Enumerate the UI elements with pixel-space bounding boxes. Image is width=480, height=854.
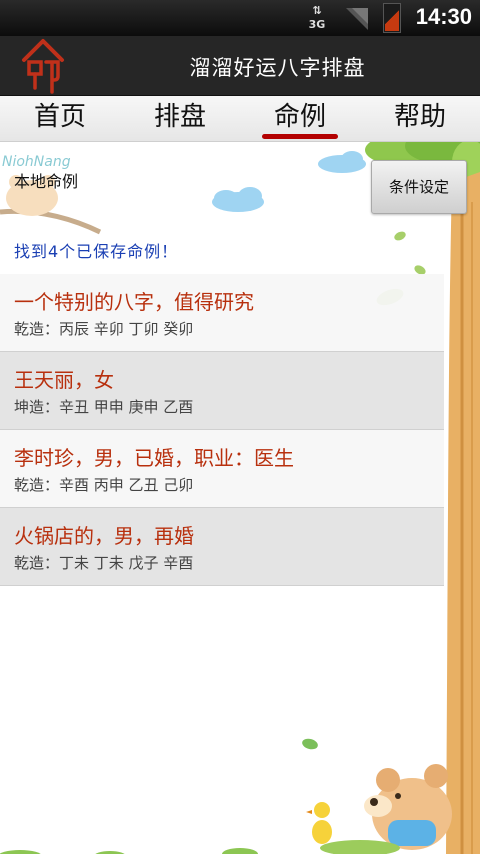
- app-title-bar: 溜溜好运八字排盘: [0, 36, 480, 96]
- case-bazi: 乾造：辛酉 丙申 乙丑 己卯: [14, 476, 194, 494]
- data-arrows-icon: ⇅: [312, 4, 322, 17]
- signal-icon: [346, 8, 368, 30]
- list-item[interactable]: 一个特别的八字，值得研究 乾造：丙辰 辛卯 丁卯 癸卯: [0, 274, 444, 352]
- cloud-icon: [212, 151, 366, 212]
- tab-chart[interactable]: 排盘: [120, 96, 240, 141]
- bear-on-branch-icon: NiohNang: [0, 154, 102, 235]
- tab-help[interactable]: 帮助: [360, 96, 480, 141]
- chick-icon: [306, 802, 332, 844]
- main-tab-bar: 首页 排盘 命例 帮助: [0, 96, 480, 142]
- cases-page: NiohNang 本地命例 条件设定 找到4个已保存命例！ 一个特别的八字，值得…: [0, 142, 480, 854]
- app-title: 溜溜好运八字排盘: [189, 56, 366, 80]
- list-item[interactable]: 王天丽，女 坤造：辛丑 甲申 庚申 乙酉: [0, 352, 444, 430]
- bear-icon: [320, 764, 452, 854]
- grass-icon: [0, 848, 258, 854]
- tab-home[interactable]: 首页: [0, 96, 120, 141]
- case-list: 一个特别的八字，值得研究 乾造：丙辰 辛卯 丁卯 癸卯 王天丽，女 坤造：辛丑 …: [0, 274, 444, 586]
- case-bazi: 乾造：丙辰 辛卯 丁卯 癸卯: [14, 320, 194, 338]
- status-bar: ⇅ 3G 14:30: [0, 0, 480, 36]
- battery-icon: [383, 3, 401, 33]
- network-type: 3G: [308, 18, 326, 31]
- case-title: 王天丽，女: [14, 368, 114, 392]
- section-label: 本地命例: [14, 172, 79, 191]
- case-title: 一个特别的八字，值得研究: [14, 290, 254, 314]
- list-item[interactable]: 火锅店的，男，再婚 乾造：丁未 丁未 戊子 辛酉: [0, 508, 444, 586]
- case-title: 李时珍，男，已婚，职业：医生: [14, 446, 294, 470]
- case-bazi: 乾造：丁未 丁未 戊子 辛酉: [14, 554, 194, 572]
- result-count-text: 找到4个已保存命例！: [14, 242, 179, 261]
- list-item[interactable]: 李时珍，男，已婚，职业：医生 乾造：辛酉 丙申 乙丑 己卯: [0, 430, 444, 508]
- clock: 14:30: [415, 4, 472, 29]
- case-bazi: 坤造：辛丑 甲申 庚申 乙酉: [14, 398, 194, 416]
- case-title: 火锅店的，男，再婚: [14, 524, 194, 548]
- tree-trunk-icon: [446, 172, 480, 854]
- network-indicator: ⇅ 3G: [304, 4, 330, 32]
- filter-settings-button[interactable]: 条件设定: [371, 160, 467, 214]
- tab-cases[interactable]: 命例: [240, 96, 360, 141]
